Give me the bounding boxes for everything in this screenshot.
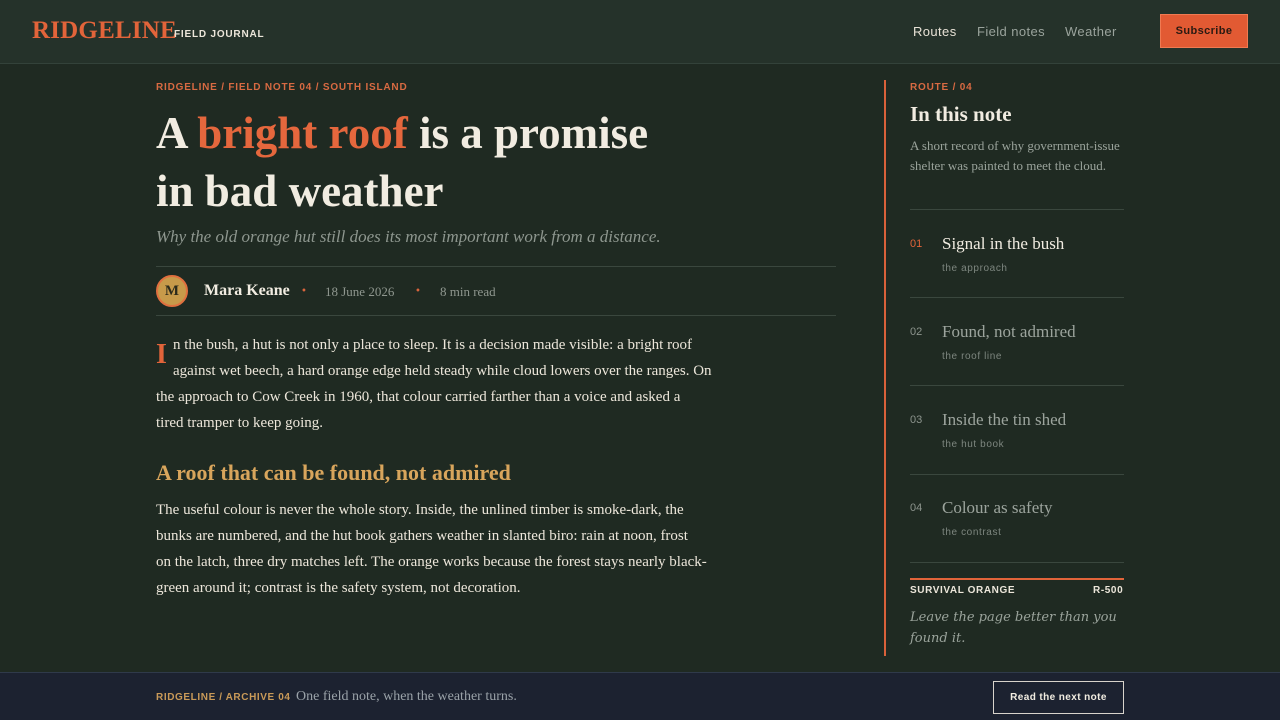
paragraph-line: the approach to Cow Creek in 1960, that …: [156, 389, 681, 405]
headline-line2: in bad weather: [156, 166, 444, 216]
page-title: A bright roof is a promise in bad weathe…: [156, 104, 796, 220]
meta-separator: •: [301, 286, 307, 297]
footer-label: RIDGELINE / ARCHIVE 04: [156, 692, 291, 703]
toc-subtitle: the hut book: [942, 439, 1005, 450]
sidebar-description: A short record of why government-issue s…: [910, 138, 1120, 173]
avatar: M: [156, 275, 188, 307]
toc-title: Inside the tin shed: [942, 410, 1067, 429]
sidebar-title: In this note: [910, 102, 1012, 126]
breadcrumb: RIDGELINE / FIELD NOTE 04 / SOUTH ISLAND: [156, 82, 408, 93]
paragraph-line: on the latch, three dry matches left. Th…: [156, 554, 707, 570]
brand-logo[interactable]: RIDGELINE: [32, 17, 177, 45]
toc-number: 03: [910, 414, 923, 426]
article-dek: Why the old orange hut still does its mo…: [156, 227, 661, 246]
toc-number: 04: [910, 502, 923, 514]
toc-title: Found, not admired: [942, 322, 1076, 341]
sidebar-accent-line: [884, 80, 886, 656]
paragraph-line: green around it; contrast is the safety …: [156, 580, 521, 596]
divider: [910, 297, 1124, 298]
publish-date: 18 June 2026: [325, 284, 395, 299]
nav-field-notes[interactable]: Field notes: [977, 24, 1045, 39]
divider: [156, 266, 836, 267]
divider: [156, 315, 836, 316]
paragraph-line: bunks are numbered, and the hut book gat…: [156, 528, 688, 544]
divider: [910, 474, 1124, 475]
swatch-name: SURVIVAL ORANGE: [910, 585, 1016, 596]
section-heading: A roof that can be found, not admired: [156, 460, 511, 485]
read-time: 8 min read: [440, 284, 496, 299]
divider: [910, 562, 1124, 563]
headline-highlight: bright roof: [197, 108, 408, 158]
toc-title: Signal in the bush: [942, 234, 1065, 253]
route-label: ROUTE / 04: [910, 82, 973, 93]
meta-separator: •: [415, 286, 421, 297]
footer-text: One field note, when the weather turns.: [296, 689, 517, 704]
swatch-bar: [910, 578, 1124, 580]
headline-post: is a promise: [407, 108, 649, 158]
paragraph-line: n the bush, a hut is not only a place to…: [173, 337, 693, 353]
subscribe-button[interactable]: Subscribe: [1160, 14, 1248, 48]
sidebar-motto: Leave the page better than you found it.: [910, 610, 1117, 646]
nav-routes[interactable]: Routes: [913, 24, 957, 39]
toc-subtitle: the contrast: [942, 527, 1002, 538]
toc-number: 02: [910, 326, 923, 338]
site-header: RIDGELINE FIELD JOURNAL Routes Field not…: [0, 0, 1280, 64]
divider: [910, 385, 1124, 386]
next-note-button[interactable]: Read the next note: [993, 681, 1124, 714]
swatch-code: R-500: [1093, 585, 1124, 596]
headline-pre: A: [156, 108, 198, 158]
toc-title: Colour as safety: [942, 498, 1053, 517]
site-footer: RIDGELINE / ARCHIVE 04 One field note, w…: [0, 672, 1280, 720]
drop-cap: I: [156, 339, 167, 370]
paragraph-line: tired tramper to keep going.: [156, 415, 324, 431]
toc-number: 01: [910, 238, 923, 250]
paragraph-line: against wet beech, a hard orange edge he…: [173, 363, 712, 379]
toc-subtitle: the roof line: [942, 351, 1003, 362]
author-name[interactable]: Mara Keane: [204, 282, 290, 300]
nav-weather[interactable]: Weather: [1065, 24, 1117, 39]
brand-subtitle: FIELD JOURNAL: [174, 29, 265, 40]
divider: [910, 209, 1124, 210]
toc-subtitle: the approach: [942, 263, 1008, 274]
paragraph-line: The useful colour is never the whole sto…: [156, 502, 684, 518]
